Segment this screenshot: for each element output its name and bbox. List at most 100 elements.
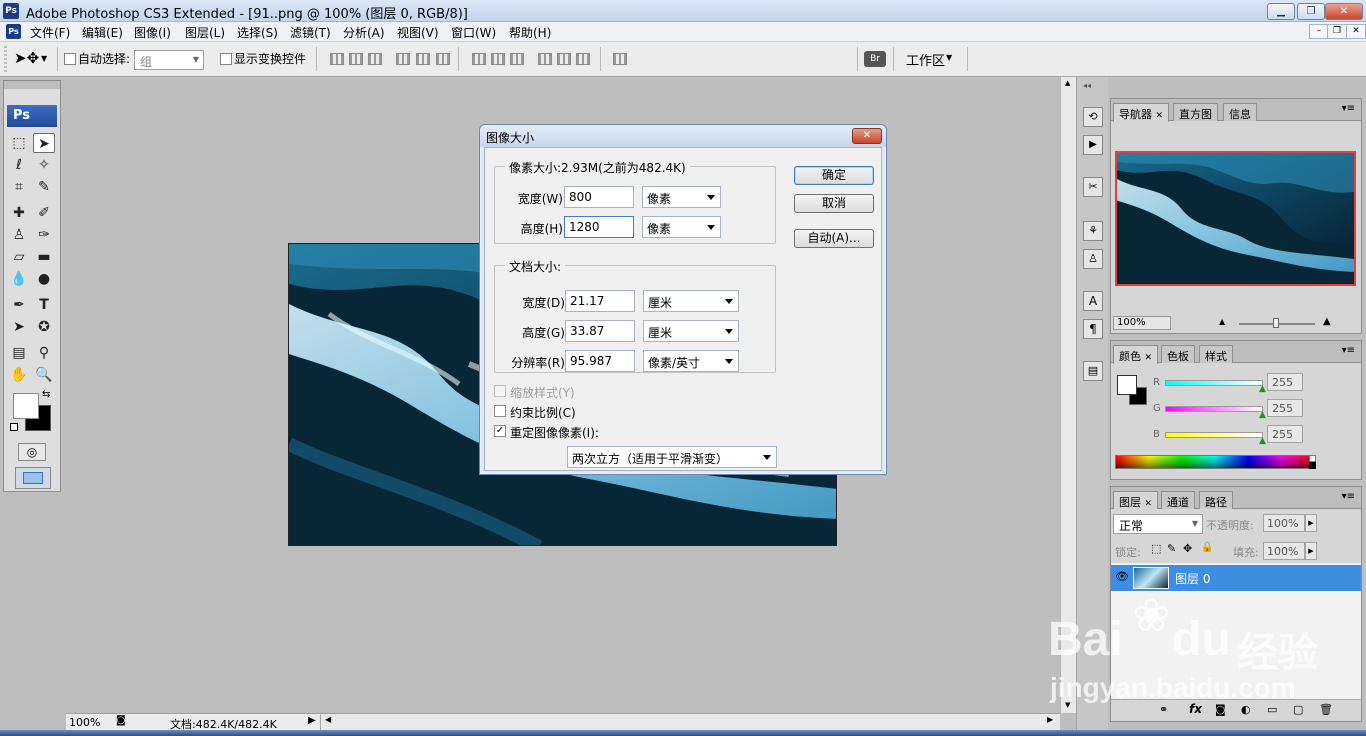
resample-method-dropdown[interactable]: 两次立方（适用于平滑渐变） xyxy=(567,446,777,468)
width-unit-dropdown[interactable]: 像素 xyxy=(642,186,721,208)
layer-comps-icon[interactable]: ▤ xyxy=(1083,361,1103,381)
r-slider[interactable] xyxy=(1165,380,1263,386)
constrain-proportions-checkbox[interactable] xyxy=(494,405,506,417)
swap-colors-icon[interactable]: ⇆ xyxy=(42,389,50,400)
character-icon[interactable]: A xyxy=(1083,291,1103,311)
toolbox-grip[interactable] xyxy=(4,81,60,89)
b-slider-thumb-icon[interactable]: ▲ xyxy=(1259,436,1266,446)
tab-histogram[interactable]: 直方图 xyxy=(1173,103,1218,121)
brushes-icon[interactable]: ⚘ xyxy=(1083,221,1103,241)
r-slider-thumb-icon[interactable]: ▲ xyxy=(1259,384,1266,394)
distribute-right-icon[interactable] xyxy=(576,53,590,65)
zoom-level[interactable]: 100% xyxy=(69,716,100,729)
status-menu-arrow-icon[interactable]: ▶ xyxy=(308,715,316,726)
tab-channels[interactable]: 通道 xyxy=(1161,491,1195,509)
g-value[interactable]: 255 xyxy=(1267,399,1303,417)
gradient-tool-icon[interactable]: ▬ xyxy=(33,247,55,267)
align-hcenter-icon[interactable] xyxy=(416,53,430,65)
workspace-menu[interactable]: 工作区 xyxy=(906,50,945,69)
menu-image[interactable]: 图像(I) xyxy=(134,24,171,41)
fill-arrow-icon[interactable]: ▶ xyxy=(1305,542,1317,560)
document-icon[interactable]: Ps xyxy=(6,24,21,39)
g-slider[interactable] xyxy=(1165,406,1263,412)
clone-source-icon[interactable]: ♙ xyxy=(1083,249,1103,269)
lock-position-icon[interactable]: ✥ xyxy=(1183,542,1192,555)
lock-image-icon[interactable]: ✎ xyxy=(1167,542,1176,555)
auto-select-dropdown[interactable]: 组 ▼ xyxy=(134,50,204,70)
notes-tool-icon[interactable]: ▤ xyxy=(8,343,30,363)
b-value[interactable]: 255 xyxy=(1267,425,1303,443)
close-icon[interactable]: ✕ xyxy=(1145,499,1153,509)
ps-logo[interactable]: Ps xyxy=(7,105,57,127)
hand-tool-icon[interactable]: ✋ xyxy=(8,365,30,385)
magic-wand-tool-icon[interactable]: ✧ xyxy=(33,155,55,175)
close-button[interactable]: ✕ xyxy=(1325,3,1363,20)
opacity-arrow-icon[interactable]: ▶ xyxy=(1305,514,1317,532)
auto-button[interactable]: 自动(A)... xyxy=(794,229,874,248)
b-slider[interactable] xyxy=(1165,432,1263,438)
scale-styles-checkbox[interactable] xyxy=(494,385,506,397)
panel-menu-icon[interactable]: ▾≡ xyxy=(1342,491,1355,502)
align-bottom-icon[interactable] xyxy=(368,53,382,65)
zoom-out-icon[interactable]: ▲ xyxy=(1219,317,1225,326)
bridge-icon[interactable]: Br xyxy=(864,51,886,67)
align-right-icon[interactable] xyxy=(436,53,450,65)
align-top-icon[interactable] xyxy=(330,53,344,65)
auto-select-checkbox[interactable] xyxy=(64,53,76,65)
height-unit-dropdown[interactable]: 像素 xyxy=(642,216,721,238)
doc-close-button[interactable]: ✕ xyxy=(1346,24,1366,39)
tab-info[interactable]: 信息 xyxy=(1223,103,1257,121)
width-field[interactable]: 800 xyxy=(564,186,634,208)
eraser-tool-icon[interactable]: ▱ xyxy=(8,247,30,267)
clone-stamp-tool-icon[interactable]: ♙ xyxy=(8,225,30,245)
align-vcenter-icon[interactable] xyxy=(349,53,363,65)
horizontal-scrollbar[interactable]: ◀ ▶ xyxy=(320,714,1060,730)
foreground-color-swatch[interactable] xyxy=(13,393,39,419)
resolution-field[interactable]: 95.987 xyxy=(565,350,635,372)
history-brush-tool-icon[interactable]: ✑ xyxy=(33,225,55,245)
menu-window[interactable]: 窗口(W) xyxy=(451,24,496,41)
tool-presets-icon[interactable]: ✂ xyxy=(1083,177,1103,197)
doc-height-unit-dropdown[interactable]: 厘米 xyxy=(643,320,739,342)
distribute-bottom-icon[interactable] xyxy=(510,53,524,65)
g-slider-thumb-icon[interactable]: ▲ xyxy=(1259,410,1266,420)
eyedropper-tool-icon[interactable]: ⚲ xyxy=(33,343,55,363)
layer-name[interactable]: 图层 0 xyxy=(1175,570,1210,587)
tab-styles[interactable]: 样式 xyxy=(1199,345,1233,363)
tool-preset-arrow-icon[interactable]: ▼ xyxy=(41,54,47,63)
zoom-slider-thumb[interactable] xyxy=(1273,318,1279,328)
brush-tool-icon[interactable]: ✐ xyxy=(33,203,55,223)
menu-select[interactable]: 选择(S) xyxy=(237,24,278,41)
cancel-button[interactable]: 取消 xyxy=(794,194,874,213)
pen-tool-icon[interactable]: ✒ xyxy=(8,295,30,315)
blur-tool-icon[interactable]: 💧 xyxy=(8,269,30,289)
visibility-eye-icon[interactable]: 👁 xyxy=(1115,570,1129,583)
custom-shape-tool-icon[interactable]: ✪ xyxy=(33,317,55,337)
close-icon[interactable]: ✕ xyxy=(1145,353,1153,363)
distribute-left-icon[interactable] xyxy=(538,53,552,65)
show-transform-checkbox[interactable] xyxy=(220,53,232,65)
menu-layer[interactable]: 图层(L) xyxy=(185,24,225,41)
doc-height-field[interactable]: 33.87 xyxy=(565,320,635,342)
spectrum-black-swatch[interactable] xyxy=(1309,462,1316,469)
quick-mask-icon[interactable]: ◎ xyxy=(18,443,46,461)
move-tool-icon[interactable]: ➤✥ xyxy=(14,49,39,67)
zoom-tool-icon[interactable]: 🔍 xyxy=(33,365,55,385)
path-selection-tool-icon[interactable]: ➤ xyxy=(8,317,30,337)
doc-minimize-button[interactable]: – xyxy=(1309,24,1329,39)
menu-view[interactable]: 视图(V) xyxy=(397,24,439,41)
lock-transparency-icon[interactable]: ⬚ xyxy=(1151,542,1161,555)
resolution-unit-dropdown[interactable]: 像素/英寸 xyxy=(643,350,739,372)
resample-checkbox[interactable]: ✓ xyxy=(494,425,506,437)
menu-edit[interactable]: 编辑(E) xyxy=(82,24,123,41)
zoom-in-icon[interactable]: ▲ xyxy=(1323,316,1331,327)
doc-width-field[interactable]: 21.17 xyxy=(565,290,635,312)
healing-brush-tool-icon[interactable]: ✚ xyxy=(8,203,30,223)
dialog-close-button[interactable]: ✕ xyxy=(852,128,882,144)
move-tool-icon[interactable]: ➤ xyxy=(33,133,55,153)
doc-width-unit-dropdown[interactable]: 厘米 xyxy=(643,290,739,312)
dialog-titlebar[interactable]: 图像大小 ✕ xyxy=(480,125,886,147)
options-grip[interactable] xyxy=(4,46,7,72)
auto-align-layers-icon[interactable] xyxy=(613,53,627,65)
fill-field[interactable]: 100% xyxy=(1263,542,1305,560)
